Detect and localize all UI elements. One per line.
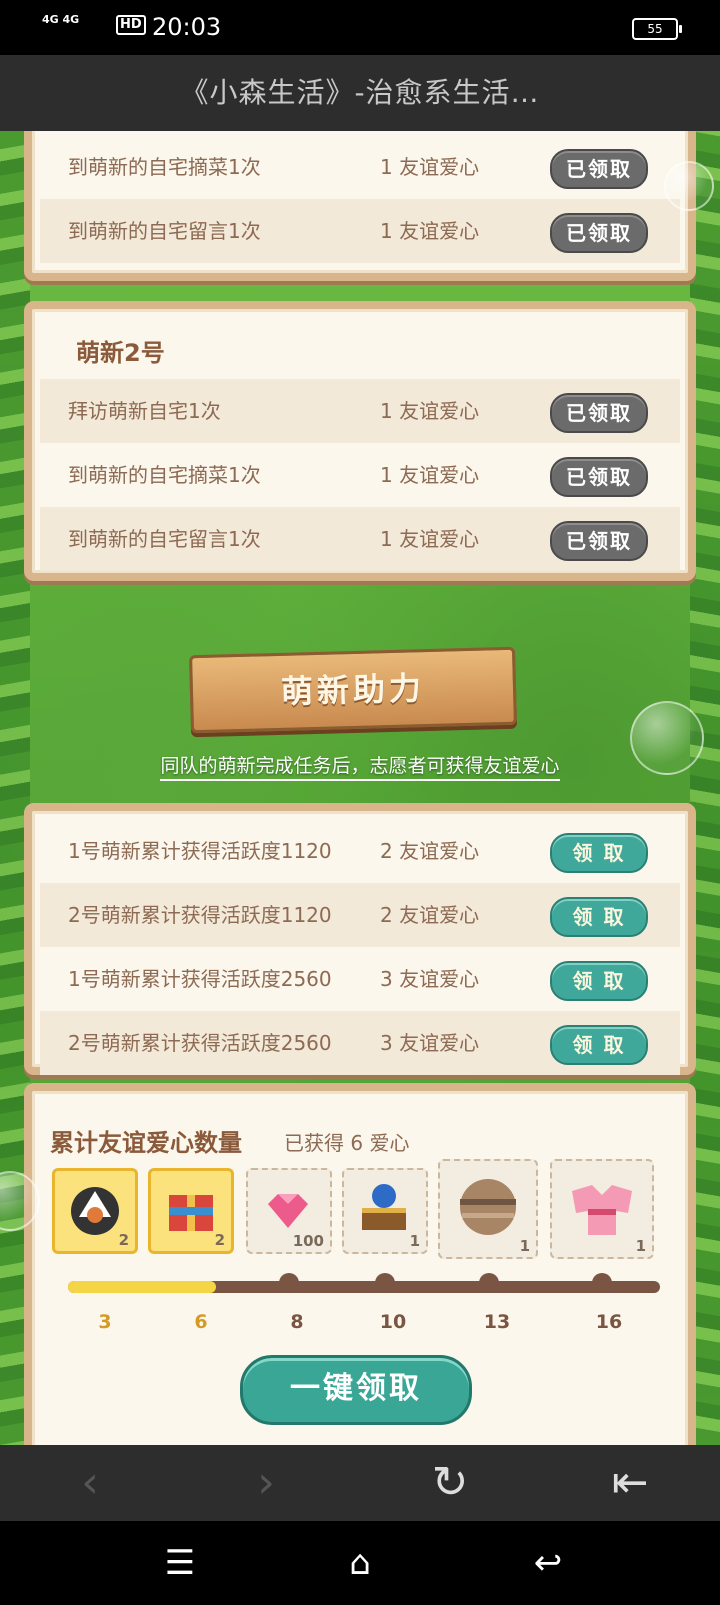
task-row: 到萌新的自宅摘菜1次 1 友谊爱心 已领取: [40, 443, 680, 507]
task-row: 2号萌新累计获得活跃度2560 3 友谊爱心 领 取: [40, 1011, 680, 1075]
reward-label: 2 友谊爱心: [380, 839, 480, 863]
reward-label: 3 友谊爱心: [380, 967, 480, 991]
task-label: 到萌新的自宅留言1次: [68, 527, 261, 551]
claim-button[interactable]: 领 取: [550, 961, 648, 1001]
status-bar: 4G 4G HD 20:03 55: [0, 0, 720, 55]
gift-box-icon[interactable]: 2: [148, 1168, 234, 1254]
banner-plank: 萌新助力: [189, 646, 517, 734]
task-row: 到萌新的自宅留言1次 1 友谊爱心 已领取: [40, 507, 680, 571]
milestone-paw-icon: [279, 1273, 299, 1293]
task-row: 1号萌新累计获得活跃度1120 2 友谊爱心 领 取: [40, 819, 680, 883]
reward-label: 2 友谊爱心: [380, 903, 480, 927]
item-count: 100: [292, 1232, 324, 1250]
firework-box-icon[interactable]: 1: [342, 1168, 428, 1254]
claim-button[interactable]: 领 取: [550, 833, 648, 873]
task-label: 拜访萌新自宅1次: [68, 399, 221, 423]
hd-badge: HD: [116, 15, 146, 35]
milestone-label: 3: [98, 1311, 112, 1333]
task-card-2: 萌新2号 拜访萌新自宅1次 1 友谊爱心 已领取 到萌新的自宅摘菜1次 1 友谊…: [24, 301, 696, 581]
refresh-icon[interactable]: ↻: [420, 1455, 480, 1511]
section-heading: 萌新2号: [76, 339, 165, 367]
milestone-label: 10: [379, 1311, 407, 1333]
progress-track: [68, 1281, 660, 1293]
task-label: 2号萌新累计获得活跃度2560: [68, 1031, 332, 1055]
planet-ball-icon[interactable]: 1: [438, 1159, 538, 1259]
item-count: 1: [409, 1232, 420, 1250]
claimed-button[interactable]: 已领取: [550, 457, 648, 497]
task-card-3: 1号萌新累计获得活跃度1120 2 友谊爱心 领 取 2号萌新累计获得活跃度11…: [24, 803, 696, 1075]
progress-heading: 累计友谊爱心数量: [50, 1129, 242, 1157]
task-row: 1号萌新累计获得活跃度2560 3 友谊爱心 领 取: [40, 947, 680, 1011]
task-label: 到萌新的自宅摘菜1次: [68, 463, 261, 487]
reward-label: 1 友谊爱心: [380, 155, 480, 179]
banner-title: 萌新助力: [280, 669, 426, 711]
claimed-button[interactable]: 已领取: [550, 393, 648, 433]
item-count: 2: [214, 1231, 225, 1249]
signal-indicators: 4G 4G: [42, 13, 80, 26]
reward-label: 1 友谊爱心: [380, 527, 480, 551]
claimed-button[interactable]: 已领取: [550, 149, 648, 189]
reward-label: 3 友谊爱心: [380, 1031, 480, 1055]
task-row: 到萌新的自宅摘菜1次 1 友谊爱心 已领取: [40, 135, 680, 199]
task-row: 2号萌新累计获得活跃度1120 2 友谊爱心 领 取: [40, 883, 680, 947]
milestone-paw-icon: [592, 1273, 612, 1293]
claim-button[interactable]: 领 取: [550, 897, 648, 937]
banner-note: 同队的萌新完成任务后，志愿者可获得友谊爱心: [0, 751, 720, 781]
milestone-label: 6: [194, 1311, 208, 1333]
milestone-label: 8: [290, 1311, 304, 1333]
item-count: 1: [519, 1237, 530, 1255]
page-title: 《小森生活》-治愈系生活…: [0, 55, 720, 131]
claim-button[interactable]: 领 取: [550, 1025, 648, 1065]
task-label: 1号萌新累计获得活跃度1120: [68, 839, 332, 863]
task-row: 到萌新的自宅留言1次 1 友谊爱心 已领取: [40, 199, 680, 263]
task-label: 1号萌新累计获得活跃度2560: [68, 967, 332, 991]
back-icon[interactable]: ‹: [60, 1455, 120, 1511]
reward-label: 1 友谊爱心: [380, 463, 480, 487]
battery-icon: 55: [632, 18, 682, 40]
exit-icon[interactable]: ⇤: [600, 1455, 660, 1511]
return-icon[interactable]: ↩: [518, 1535, 578, 1591]
milestone-paw-icon: [479, 1273, 499, 1293]
browser-nav-bar: ‹ › ↻ ⇤: [0, 1445, 720, 1521]
progress-fill: [68, 1281, 216, 1293]
task-row: 拜访萌新自宅1次 1 友谊爱心 已领取: [40, 379, 680, 443]
home-icon[interactable]: ⌂: [330, 1535, 390, 1591]
bubble-decoration: [630, 701, 704, 775]
milestone-label: 13: [483, 1311, 511, 1333]
reward-label: 1 友谊爱心: [380, 219, 480, 243]
claim-all-button[interactable]: 一键领取: [240, 1355, 472, 1425]
game-content[interactable]: 到萌新的自宅摘菜1次 1 友谊爱心 已领取 到萌新的自宅留言1次 1 友谊爱心 …: [0, 131, 720, 1445]
obtained-count: 已获得 6 爱心: [284, 1131, 410, 1155]
task-label: 到萌新的自宅摘菜1次: [68, 155, 261, 179]
bubble-decoration: [664, 161, 714, 211]
status-time: 20:03: [152, 13, 222, 41]
kimono-icon[interactable]: 1: [550, 1159, 654, 1259]
milestone-paw-icon: [375, 1273, 395, 1293]
task-label: 2号萌新累计获得活跃度1120: [68, 903, 332, 927]
task-card-1: 到萌新的自宅摘菜1次 1 友谊爱心 已领取 到萌新的自宅留言1次 1 友谊爱心 …: [24, 131, 696, 281]
forward-icon[interactable]: ›: [236, 1455, 296, 1511]
milestone-label: 16: [595, 1311, 623, 1333]
onigiri-icon[interactable]: 2: [52, 1168, 138, 1254]
menu-icon[interactable]: ☰: [150, 1535, 210, 1591]
reward-label: 1 友谊爱心: [380, 399, 480, 423]
claimed-button[interactable]: 已领取: [550, 213, 648, 253]
system-nav-bar: ☰ ⌂ ↩: [0, 1521, 720, 1605]
item-count: 2: [118, 1231, 129, 1249]
pink-gem-icon[interactable]: 100: [246, 1168, 332, 1254]
item-count: 1: [635, 1237, 646, 1255]
task-label: 到萌新的自宅留言1次: [68, 219, 261, 243]
claimed-button[interactable]: 已领取: [550, 521, 648, 561]
